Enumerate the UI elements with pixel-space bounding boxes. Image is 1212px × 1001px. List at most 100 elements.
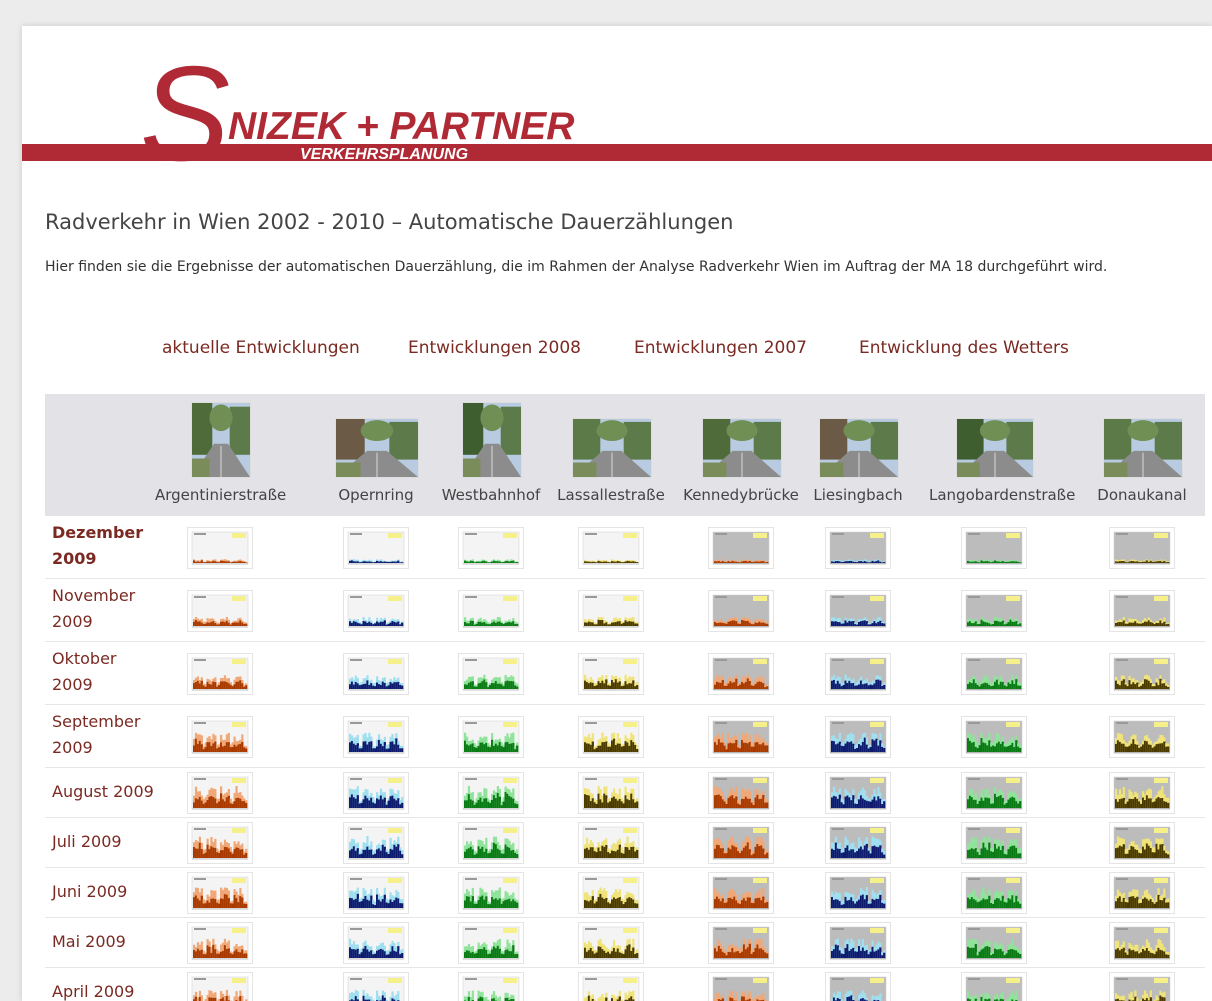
monthly-chart-thumbnail[interactable] (343, 972, 409, 1001)
monthly-chart-thumbnail[interactable] (343, 822, 409, 864)
monthly-chart-thumbnail[interactable] (708, 715, 774, 758)
nav-link-aktuelle[interactable]: aktuelle Entwicklungen (162, 338, 360, 358)
monthly-chart-thumbnail[interactable] (708, 872, 774, 914)
monthly-chart-thumbnail[interactable] (343, 715, 409, 758)
monthly-chart-thumbnail[interactable] (187, 822, 253, 864)
month-link[interactable]: April 2009 (52, 979, 182, 1001)
monthly-chart-thumbnail[interactable] (458, 922, 524, 964)
monthly-chart-thumbnail[interactable] (343, 772, 409, 814)
site-column-1: Argentinierstraße (155, 394, 286, 516)
monthly-chart-thumbnail[interactable] (825, 772, 891, 814)
monthly-chart-thumbnail[interactable] (187, 589, 253, 632)
site-photo[interactable] (191, 402, 251, 478)
month-link[interactable]: Mai 2009 (52, 929, 182, 955)
monthly-chart-thumbnail[interactable] (458, 589, 524, 632)
monthly-chart-thumbnail[interactable] (578, 652, 644, 695)
monthly-chart-thumbnail[interactable] (458, 715, 524, 758)
month-link[interactable]: Dezember 2009 (52, 520, 157, 572)
month-row: Juli 2009 (45, 818, 1205, 868)
monthly-chart-thumbnail[interactable] (825, 922, 891, 964)
monthly-chart-thumbnail[interactable] (1109, 715, 1175, 758)
monthly-chart-thumbnail[interactable] (708, 652, 774, 695)
monthly-chart-thumbnail[interactable] (708, 526, 774, 569)
monthly-chart-thumbnail[interactable] (961, 589, 1027, 632)
monthly-chart-thumbnail[interactable] (825, 589, 891, 632)
monthly-chart-thumbnail[interactable] (1109, 772, 1175, 814)
month-row: Dezember 2009 (45, 516, 1205, 579)
month-link[interactable]: September 2009 (52, 709, 157, 761)
monthly-chart-thumbnail[interactable] (1109, 822, 1175, 864)
monthly-chart-thumbnail[interactable] (343, 589, 409, 632)
monthly-chart-thumbnail[interactable] (961, 822, 1027, 864)
site-photo[interactable] (572, 418, 652, 478)
monthly-chart-thumbnail[interactable] (343, 526, 409, 569)
monthly-chart-thumbnail[interactable] (961, 526, 1027, 569)
monthly-chart-thumbnail[interactable] (187, 922, 253, 964)
monthly-chart-thumbnail[interactable] (187, 715, 253, 758)
month-link[interactable]: Oktober 2009 (52, 646, 157, 698)
logo[interactable]: S NIZEK + PARTNER VERKEHRSPLANUNG (22, 26, 1212, 186)
monthly-chart-thumbnail[interactable] (961, 715, 1027, 758)
monthly-chart-thumbnail[interactable] (825, 872, 891, 914)
monthly-chart-thumbnail[interactable] (825, 526, 891, 569)
site-photo[interactable] (819, 418, 899, 478)
monthly-chart-thumbnail[interactable] (825, 822, 891, 864)
monthly-chart-thumbnail[interactable] (1109, 872, 1175, 914)
monthly-chart-thumbnail[interactable] (343, 652, 409, 695)
monthly-chart-thumbnail[interactable] (825, 972, 891, 1001)
month-link[interactable]: Juli 2009 (52, 829, 182, 855)
site-photo[interactable] (462, 402, 522, 478)
monthly-chart-thumbnail[interactable] (458, 652, 524, 695)
monthly-chart-thumbnail[interactable] (458, 772, 524, 814)
monthly-chart-thumbnail[interactable] (578, 526, 644, 569)
monthly-chart-thumbnail[interactable] (1109, 652, 1175, 695)
month-link[interactable]: August 2009 (52, 779, 182, 805)
monthly-chart-thumbnail[interactable] (578, 822, 644, 864)
monthly-chart-thumbnail[interactable] (1109, 526, 1175, 569)
monthly-chart-thumbnail[interactable] (825, 652, 891, 695)
site-column-5: Kennedybrücke (676, 394, 806, 516)
monthly-chart-thumbnail[interactable] (578, 715, 644, 758)
monthly-chart-thumbnail[interactable] (708, 589, 774, 632)
monthly-chart-thumbnail[interactable] (708, 772, 774, 814)
monthly-chart-thumbnail[interactable] (458, 872, 524, 914)
monthly-chart-thumbnail[interactable] (1109, 589, 1175, 632)
nav-link-wetter[interactable]: Entwicklung des Wetters (859, 338, 1069, 358)
monthly-chart-thumbnail[interactable] (187, 652, 253, 695)
monthly-chart-thumbnail[interactable] (458, 822, 524, 864)
monthly-chart-thumbnail[interactable] (187, 772, 253, 814)
site-photo[interactable] (956, 418, 1034, 478)
monthly-chart-thumbnail[interactable] (578, 772, 644, 814)
monthly-chart-thumbnail[interactable] (458, 526, 524, 569)
monthly-chart-thumbnail[interactable] (187, 526, 253, 569)
monthly-chart-thumbnail[interactable] (187, 972, 253, 1001)
monthly-chart-thumbnail[interactable] (187, 872, 253, 914)
monthly-chart-thumbnail[interactable] (1109, 972, 1175, 1001)
monthly-chart-thumbnail[interactable] (458, 972, 524, 1001)
monthly-chart-thumbnail[interactable] (825, 715, 891, 758)
monthly-chart-thumbnail[interactable] (578, 872, 644, 914)
monthly-chart-thumbnail[interactable] (961, 772, 1027, 814)
month-link[interactable]: Juni 2009 (52, 879, 182, 905)
monthly-chart-thumbnail[interactable] (961, 922, 1027, 964)
monthly-chart-thumbnail[interactable] (578, 589, 644, 632)
month-link[interactable]: November 2009 (52, 583, 157, 635)
monthly-chart-thumbnail[interactable] (343, 922, 409, 964)
monthly-chart-thumbnail[interactable] (708, 972, 774, 1001)
monthly-chart-thumbnail[interactable] (961, 652, 1027, 695)
nav-link-2008[interactable]: Entwicklungen 2008 (408, 338, 581, 358)
monthly-chart-thumbnail[interactable] (961, 972, 1027, 1001)
site-label: Kennedybrücke (683, 486, 799, 504)
monthly-chart-thumbnail[interactable] (343, 872, 409, 914)
monthly-chart-thumbnail[interactable] (1109, 922, 1175, 964)
monthly-chart-thumbnail[interactable] (708, 922, 774, 964)
logo-sub: VERKEHRSPLANUNG (300, 146, 468, 163)
site-photo[interactable] (702, 418, 782, 478)
monthly-chart-thumbnail[interactable] (578, 922, 644, 964)
site-photo[interactable] (1103, 418, 1183, 478)
monthly-chart-thumbnail[interactable] (578, 972, 644, 1001)
monthly-chart-thumbnail[interactable] (961, 872, 1027, 914)
monthly-chart-thumbnail[interactable] (708, 822, 774, 864)
nav-link-2007[interactable]: Entwicklungen 2007 (634, 338, 807, 358)
site-photo[interactable] (335, 418, 419, 478)
